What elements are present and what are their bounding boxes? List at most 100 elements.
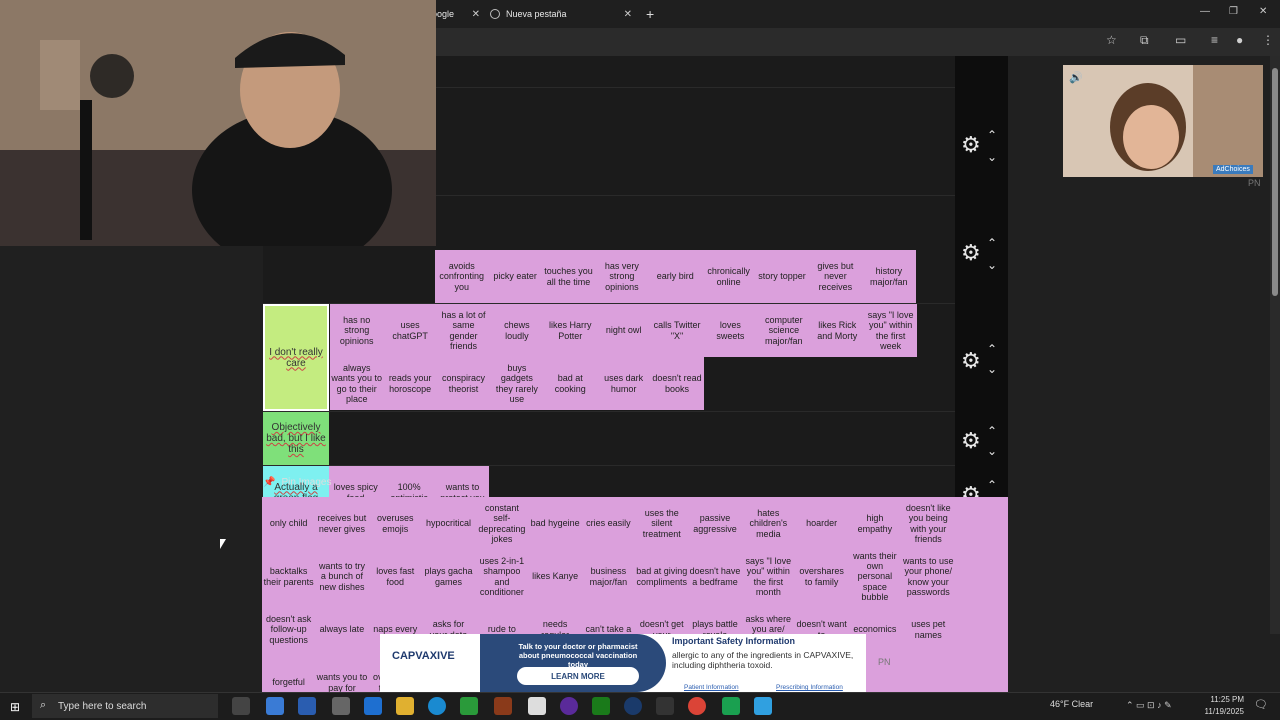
tier-card[interactable]: bad at cooking xyxy=(543,357,597,410)
tier-card[interactable]: chronically online xyxy=(701,250,756,303)
chevron-up-icon[interactable]: ⌃ xyxy=(987,342,997,356)
tier-card[interactable]: has very strong opinions xyxy=(595,250,649,303)
chevron-down-icon[interactable]: ⌄ xyxy=(987,444,997,458)
tier-card[interactable]: says "I love you" within the first week xyxy=(863,304,918,357)
steam-icon[interactable] xyxy=(624,697,642,715)
pool-card[interactable]: bad hygeine xyxy=(528,497,582,550)
pool-card[interactable]: overshares to family xyxy=(794,550,849,603)
pool-card[interactable]: likes Kanye xyxy=(528,550,582,603)
tier-card[interactable]: always wants you to go to their place xyxy=(330,357,384,410)
windows-start-icon[interactable]: ⊞ xyxy=(10,700,20,714)
chevron-up-icon[interactable]: ⌃ xyxy=(987,236,997,250)
tier-card[interactable]: calls Twitter "X" xyxy=(650,304,704,357)
tab-google[interactable]: oogle ✕ xyxy=(432,4,486,24)
star-icon[interactable]: ☆ xyxy=(1106,33,1117,47)
pool-card[interactable]: says "I love you" within the first month xyxy=(741,550,795,603)
chevron-down-icon[interactable]: ⌄ xyxy=(987,150,997,164)
epic-games-icon[interactable] xyxy=(656,697,674,715)
edge-icon[interactable] xyxy=(428,697,446,715)
pool-card[interactable]: uses 2-in-1 shampoo and conditioner xyxy=(475,550,529,603)
scrollbar-thumb[interactable] xyxy=(1272,68,1278,296)
tier-card[interactable]: picky eater xyxy=(488,250,542,303)
tier-card[interactable]: history major/fan xyxy=(862,250,916,303)
tier-card[interactable]: likes Rick and Morty xyxy=(810,304,864,357)
pool-card[interactable]: wants to try a bunch of new dishes xyxy=(315,550,369,603)
tier-card[interactable]: night owl xyxy=(596,304,651,357)
gear-icon[interactable]: ⚙ xyxy=(961,132,981,158)
notepad-icon[interactable] xyxy=(528,697,546,715)
gear-icon[interactable]: ⚙ xyxy=(961,428,981,454)
pool-card[interactable]: doesn't ask follow-up questions xyxy=(262,603,316,656)
video-ad[interactable]: 🔊 xyxy=(1063,65,1263,177)
copilot-icon[interactable] xyxy=(266,697,284,715)
tier-card[interactable]: gives but never receives xyxy=(808,250,863,303)
pool-card[interactable]: high empathy xyxy=(848,497,902,550)
learn-more-button[interactable]: LEARN MORE xyxy=(517,667,639,685)
xbox-icon[interactable] xyxy=(592,697,610,715)
close-icon[interactable]: ✕ xyxy=(624,9,638,20)
app-icon[interactable] xyxy=(722,697,740,715)
store-icon[interactable] xyxy=(298,697,316,715)
tier-card[interactable]: story topper xyxy=(755,250,809,303)
pin-images-toggle[interactable]: 📌 Pin Images xyxy=(263,477,331,488)
weather-widget[interactable]: 46°F Clear xyxy=(1050,699,1093,709)
taskbar-search[interactable]: ⌕ Type here to search xyxy=(32,694,218,718)
tier-card[interactable]: buys gadgets they rarely use xyxy=(490,357,544,410)
pool-card[interactable]: passive aggressive xyxy=(688,497,742,550)
cast-icon[interactable]: ▭ xyxy=(1175,33,1186,47)
pool-card[interactable]: only child xyxy=(262,497,316,550)
pool-card[interactable]: cries easily xyxy=(581,497,636,550)
tier-card[interactable]: chews loudly xyxy=(490,304,544,357)
menu-icon[interactable]: ⋮ xyxy=(1262,33,1274,47)
pool-card[interactable]: constant self-deprecating jokes xyxy=(475,497,529,550)
tier-card[interactable]: touches you all the time xyxy=(541,250,596,303)
pool-card[interactable]: overuses emojis xyxy=(368,497,422,550)
pool-card[interactable]: uses pet names xyxy=(901,603,955,656)
chrome-icon[interactable] xyxy=(688,697,706,715)
chevron-down-icon[interactable]: ⌄ xyxy=(987,258,997,272)
notification-icon[interactable]: 🗨 xyxy=(1254,698,1268,711)
app-icon[interactable] xyxy=(560,697,578,715)
app-icon[interactable] xyxy=(494,697,512,715)
window-close-icon[interactable]: ✕ xyxy=(1259,6,1267,17)
gear-icon[interactable]: ⚙ xyxy=(961,348,981,374)
tier-card[interactable]: conspiracy theorist xyxy=(436,357,491,410)
tier-card[interactable]: doesn't read books xyxy=(650,357,704,410)
pool-card[interactable]: always late xyxy=(315,603,369,656)
tier-card[interactable]: reads your horoscope xyxy=(383,357,437,410)
media-icon[interactable]: ≡ xyxy=(1211,33,1218,47)
pool-card[interactable]: wants their own personal space bubble xyxy=(848,550,902,603)
pool-card[interactable]: uses the silent treatment xyxy=(635,497,689,550)
pool-card[interactable]: backtalks their parents xyxy=(262,550,316,603)
pool-card[interactable]: bad at giving compliments xyxy=(635,550,689,603)
new-tab-button[interactable]: + xyxy=(646,6,654,22)
taskbar-clock[interactable]: 11:25 PM 11/19/2025 xyxy=(1196,694,1244,718)
pool-card[interactable]: hates children's media xyxy=(741,497,795,550)
pool-card[interactable]: doesn't like you being with your friends xyxy=(901,497,955,550)
tab-new-tab[interactable]: Nueva pestaña ✕ xyxy=(488,4,638,24)
pool-card[interactable]: wants to use your phone/ know your passw… xyxy=(901,550,955,603)
pool-card[interactable]: loves fast food xyxy=(368,550,422,603)
tier-card[interactable]: computer science major/fan xyxy=(757,304,811,357)
app-icon[interactable] xyxy=(332,697,350,715)
gear-icon[interactable]: ⚙ xyxy=(961,240,981,266)
extensions-icon[interactable]: ⧉ xyxy=(1140,33,1149,48)
avatar[interactable]: ● xyxy=(1236,33,1243,47)
ad-choices-badge[interactable]: AdChoices xyxy=(1213,165,1253,174)
pool-card[interactable]: plays gacha games xyxy=(421,550,476,603)
tier-card[interactable]: uses dark humor xyxy=(596,357,651,410)
tier-card[interactable]: avoids confronting you xyxy=(435,250,489,303)
pool-card[interactable]: business major/fan xyxy=(581,550,636,603)
app-icon[interactable] xyxy=(364,697,382,715)
pool-card[interactable]: doesn't have a bedframe xyxy=(688,550,742,603)
pool-card[interactable]: receives but never gives xyxy=(315,497,369,550)
tier-label[interactable]: I don't really care xyxy=(263,304,329,411)
chevron-up-icon[interactable]: ⌃ xyxy=(987,128,997,142)
close-icon[interactable]: ✕ xyxy=(472,9,486,20)
maximize-icon[interactable]: ❐ xyxy=(1229,6,1238,17)
chevron-up-icon[interactable]: ⌃ xyxy=(987,424,997,438)
tier-card[interactable]: has a lot of same gender friends xyxy=(436,304,491,357)
tier-card[interactable]: uses chatGPT xyxy=(383,304,437,357)
minimize-icon[interactable]: — xyxy=(1200,6,1210,17)
banner-ad[interactable]: CAPVAXIVE Talk to your doctor or pharmac… xyxy=(380,634,866,692)
